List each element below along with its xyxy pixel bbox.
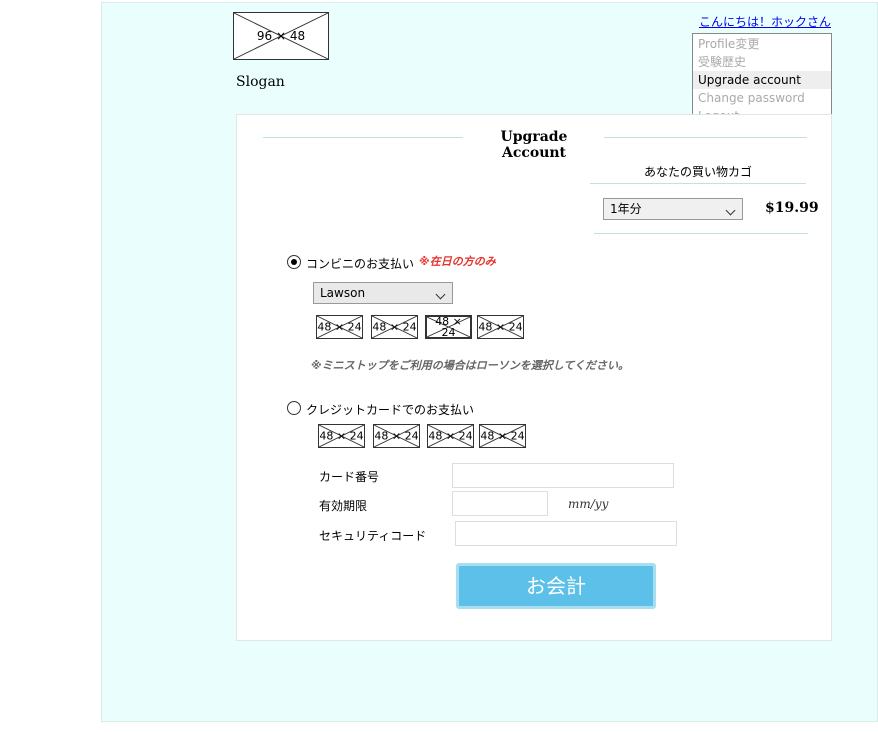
store-logo: 48 × 24 bbox=[371, 315, 418, 339]
cart-title: あなたの買い物カゴ bbox=[643, 165, 752, 179]
store-logo-text: 48 × 24 bbox=[478, 320, 523, 334]
card-brand-logo: 48 × 24 bbox=[427, 424, 474, 448]
security-code-label: セキュリティコード bbox=[319, 529, 427, 543]
logo-image: 96 × 48 bbox=[233, 12, 329, 60]
expiry-input[interactable] bbox=[452, 491, 548, 516]
plan-select[interactable]: 1年分 bbox=[603, 198, 743, 220]
store-logo: 48 × 24 bbox=[425, 315, 472, 339]
slogan: Slogan bbox=[236, 74, 285, 90]
menu-item-upgrade-account[interactable]: Upgrade account bbox=[693, 71, 831, 89]
credit-card-payment-radio[interactable] bbox=[287, 401, 301, 415]
convenience-payment-radio[interactable] bbox=[287, 255, 301, 269]
menu-item-exam-history[interactable]: 受験歴史 bbox=[693, 53, 831, 71]
user-greeting-link[interactable]: こんにちは！ホックさん bbox=[699, 13, 831, 30]
card-brand-logo-text: 48 × 24 bbox=[480, 429, 525, 443]
card-number-input[interactable] bbox=[452, 463, 674, 488]
store-logo-text: 48 × 24 bbox=[435, 315, 462, 339]
plan-select-value: 1年分 bbox=[610, 202, 642, 216]
store-logo-text: 48 × 24 bbox=[317, 320, 362, 334]
card-brand-logo-text: 48 × 24 bbox=[428, 429, 473, 443]
menu-item-profile[interactable]: Profile変更 bbox=[693, 35, 831, 53]
card-brand-logo: 48 × 24 bbox=[318, 424, 365, 448]
expiry-label: 有効期限 bbox=[319, 499, 368, 513]
japan-only-note: ※在日の方のみ bbox=[419, 255, 496, 268]
card-brand-logo-text: 48 × 24 bbox=[374, 429, 419, 443]
upgrade-card bbox=[236, 114, 832, 641]
credit-card-payment-label: クレジットカードでのお支払い bbox=[306, 403, 475, 417]
card-brand-logo-text: 48 × 24 bbox=[319, 429, 364, 443]
title-divider-right bbox=[604, 137, 807, 138]
store-select-value: Lawson bbox=[320, 286, 366, 300]
cart-divider-bottom bbox=[594, 233, 808, 234]
menu-item-change-password[interactable]: Change password bbox=[693, 89, 831, 107]
price: $19.99 bbox=[765, 200, 819, 216]
card-brand-logo: 48 × 24 bbox=[373, 424, 420, 448]
store-logo: 48 × 24 bbox=[477, 315, 524, 339]
title-divider-left bbox=[263, 137, 463, 138]
logo-text: 96 × 48 bbox=[256, 29, 306, 43]
chevron-down-icon bbox=[725, 205, 736, 216]
chevron-down-icon bbox=[435, 289, 446, 300]
store-select[interactable]: Lawson bbox=[313, 282, 453, 304]
security-code-input[interactable] bbox=[455, 521, 677, 546]
expiry-format-hint: mm/yy bbox=[568, 497, 609, 511]
store-logo-text: 48 × 24 bbox=[372, 320, 417, 334]
store-logo: 48 × 24 bbox=[316, 315, 363, 339]
ministop-note: ※ミニストップをご利用の場合はローソンを選択してください。 bbox=[311, 359, 630, 372]
page-title: Upgrade Account bbox=[500, 129, 568, 161]
checkout-button[interactable]: お会計 bbox=[456, 563, 656, 609]
card-number-label: カード番号 bbox=[319, 470, 380, 484]
card-brand-logo: 48 × 24 bbox=[479, 424, 526, 448]
convenience-payment-label: コンビニのお支払い bbox=[306, 257, 415, 271]
cart-divider-top bbox=[590, 183, 806, 184]
